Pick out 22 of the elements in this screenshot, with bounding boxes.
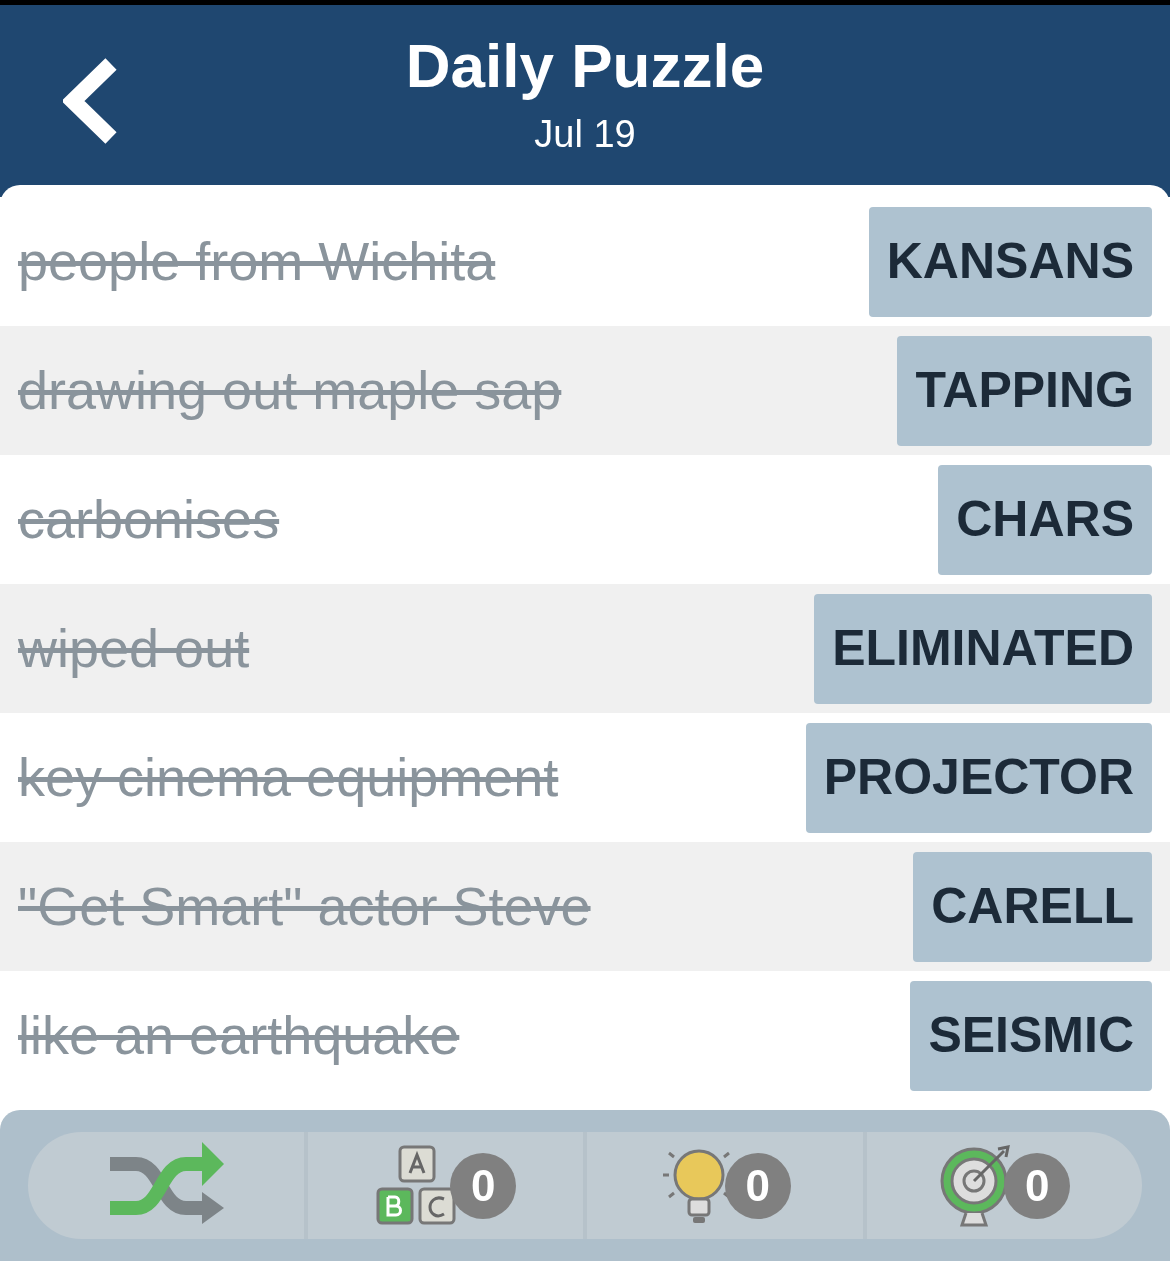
answer-tile[interactable]: PROJECTOR (805, 722, 1152, 833)
count-badge: 0 (724, 1152, 791, 1219)
answer-tile[interactable]: CARELL (913, 851, 1152, 962)
clue-text: drawing out maple sap (18, 359, 562, 422)
clue-text: "Get Smart" actor Steve (18, 875, 591, 938)
clue-text: wiped out (18, 617, 250, 680)
hint-button[interactable]: 0 (583, 1132, 863, 1239)
answer-tile[interactable]: KANSANS (868, 206, 1152, 317)
letters-button[interactable]: 0 (303, 1132, 583, 1239)
clue-text: carbonises (18, 488, 280, 551)
clue-text: key cinema equipment (18, 746, 559, 809)
target-button[interactable]: 0 (862, 1132, 1142, 1239)
page-date: Jul 19 (534, 112, 636, 157)
count-badge: 0 (450, 1152, 517, 1219)
count-badge: 0 (1004, 1152, 1071, 1219)
page-title: Daily Puzzle (405, 31, 765, 101)
clue-text: people from Wichita (18, 230, 496, 293)
clue-text: like an earthquake (18, 1004, 460, 1067)
answer-tile[interactable]: SEISMIC (910, 980, 1152, 1091)
answer-tile[interactable]: ELIMINATED (814, 593, 1152, 704)
answer-tile[interactable]: CHARS (938, 464, 1152, 575)
answer-tile[interactable]: TAPPING (897, 335, 1152, 446)
